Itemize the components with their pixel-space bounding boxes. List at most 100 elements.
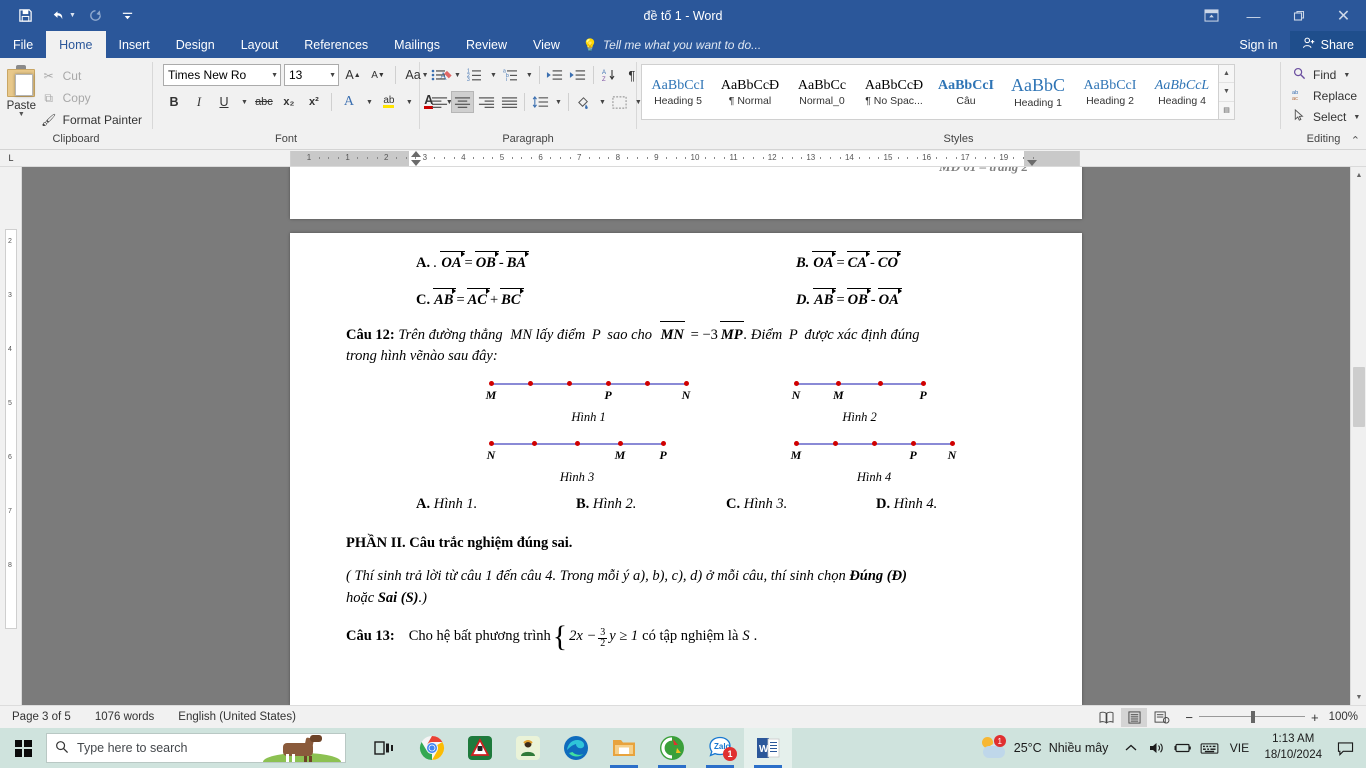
tab-review[interactable]: Review — [453, 31, 520, 58]
styles-gallery-scrollbar[interactable]: ▲ ▼ ▤ — [1218, 65, 1234, 119]
style-item-normal[interactable]: AaBbCcĐ ¶ Normal — [714, 65, 786, 119]
zoom-out-button[interactable]: − — [1185, 710, 1193, 725]
zoom-level-label[interactable]: 100% — [1321, 711, 1358, 723]
align-center-button[interactable] — [451, 91, 474, 113]
clock[interactable]: 1:13 AM 18/10/2024 — [1256, 732, 1330, 763]
select-button[interactable]: Select ▼ — [1287, 107, 1364, 127]
tab-file[interactable]: File — [0, 31, 47, 58]
tab-layout[interactable]: Layout — [228, 31, 292, 58]
save-icon[interactable] — [10, 3, 40, 29]
horizontal-ruler[interactable]: 1 1 2 3 4 5 6 7 8 9 10 11 12 13 14 15 16 17 19 — [290, 151, 1080, 166]
font-name-combobox[interactable]: Times New Ro ▼ — [163, 64, 281, 86]
tab-view[interactable]: View — [520, 31, 573, 58]
gallery-scroll-down-icon[interactable]: ▼ — [1219, 82, 1234, 100]
hanging-indent-marker[interactable] — [411, 160, 421, 166]
document-page-current[interactable]: A. . OA = OB - BA B. OA = CA - CO C. AB … — [290, 233, 1082, 705]
justify-button[interactable] — [498, 91, 520, 113]
increase-indent-button[interactable] — [567, 64, 589, 86]
choice-c[interactable]: C. Hình 3. — [726, 496, 876, 513]
document-page-previous[interactable]: MĐ 01 – trang 2 — [290, 167, 1082, 219]
language-status[interactable]: English (United States) — [166, 711, 308, 723]
collapse-ribbon-icon[interactable]: ⌃ — [1351, 134, 1360, 147]
tell-me-search[interactable]: 💡 Tell me what you want to do... — [573, 31, 771, 58]
grow-font-button[interactable]: A ▲ — [342, 64, 364, 86]
tab-design[interactable]: Design — [163, 31, 228, 58]
bullets-dropdown-icon[interactable]: ▼ — [451, 64, 463, 86]
tab-insert[interactable]: Insert — [106, 31, 163, 58]
taskbar-file-explorer-icon[interactable] — [600, 728, 648, 768]
align-right-button[interactable] — [475, 91, 497, 113]
borders-button[interactable] — [609, 91, 631, 113]
style-item-heading-4[interactable]: AaBbCcL Heading 4 — [1146, 65, 1218, 119]
select-dropdown-icon[interactable]: ▼ — [1353, 114, 1360, 121]
page-count-status[interactable]: Page 3 of 5 — [0, 711, 83, 723]
bold-button[interactable]: B — [163, 91, 185, 113]
taskbar-unikey-icon[interactable] — [648, 728, 696, 768]
restore-button[interactable] — [1276, 0, 1321, 31]
line-spacing-button[interactable] — [529, 91, 551, 113]
web-layout-icon[interactable] — [1149, 708, 1175, 727]
tab-references[interactable]: References — [291, 31, 381, 58]
numbering-dropdown-icon[interactable]: ▼ — [487, 64, 499, 86]
read-mode-icon[interactable] — [1093, 708, 1119, 727]
keyboard-icon[interactable] — [1196, 728, 1222, 768]
show-hidden-icons-icon[interactable] — [1118, 728, 1144, 768]
volume-icon[interactable] — [1144, 728, 1170, 768]
search-input[interactable]: Type here to search — [46, 733, 346, 763]
word-count-status[interactable]: 1076 words — [83, 711, 166, 723]
style-item-no-spacing[interactable]: AaBbCcĐ ¶ No Spac... — [858, 65, 930, 119]
text-highlight-color-button[interactable]: ab — [378, 91, 400, 113]
copy-button[interactable]: ⧉ Copy — [37, 88, 146, 108]
input-language-indicator[interactable]: VIE — [1222, 728, 1256, 768]
font-size-combobox[interactable]: 13 ▼ — [284, 64, 339, 86]
taskbar-zalo-icon[interactable]: Zalo 1 — [696, 728, 744, 768]
sort-button[interactable]: AZ — [598, 64, 620, 86]
taskbar-edge-icon[interactable] — [552, 728, 600, 768]
close-button[interactable]: ✕ — [1321, 0, 1366, 31]
numbering-button[interactable]: 123 — [464, 64, 486, 86]
gallery-more-icon[interactable]: ▤ — [1219, 100, 1234, 119]
taskbar-learner-app-icon[interactable] — [504, 728, 552, 768]
paste-button[interactable]: Paste ▼ — [6, 63, 37, 118]
style-item-heading-5[interactable]: AaBbCcI Heading 5 — [642, 65, 714, 119]
battery-icon[interactable] — [1170, 728, 1196, 768]
style-item-cau[interactable]: AaBbCcI Câu — [930, 65, 1002, 119]
multilevel-dropdown-icon[interactable]: ▼ — [523, 64, 535, 86]
scrollbar-thumb[interactable] — [1353, 367, 1365, 427]
customize-quick-access-toolbar-icon[interactable] — [113, 3, 143, 29]
taskbar-chrome-icon[interactable] — [408, 728, 456, 768]
weather-widget[interactable]: 1 25°C Nhiều mây — [971, 735, 1119, 759]
scroll-down-icon[interactable]: ▼ — [1351, 689, 1366, 705]
document-vertical-scrollbar[interactable]: ▲ ▼ — [1350, 167, 1366, 705]
undo-dropdown-icon[interactable]: ▼ — [69, 12, 76, 19]
align-left-button[interactable] — [428, 91, 450, 113]
replace-button[interactable]: ab ac Replace — [1287, 86, 1364, 106]
underline-button[interactable]: U — [213, 91, 235, 113]
print-layout-icon[interactable] — [1121, 707, 1148, 727]
strikethrough-button[interactable]: abc — [253, 91, 275, 113]
text-effects-dropdown-icon[interactable]: ▼ — [363, 91, 375, 113]
bullets-button[interactable] — [428, 64, 450, 86]
taskbar-word-icon[interactable]: W — [744, 728, 792, 768]
subscript-button[interactable]: x₂ — [278, 91, 300, 113]
ribbon-display-options-icon[interactable] — [1191, 0, 1231, 31]
italic-button[interactable]: I — [188, 91, 210, 113]
superscript-button[interactable]: x² — [303, 91, 325, 113]
taskbar-driving-app-icon[interactable] — [456, 728, 504, 768]
choice-b[interactable]: B. Hình 2. — [576, 496, 726, 513]
gallery-scroll-up-icon[interactable]: ▲ — [1219, 65, 1234, 82]
format-painter-button[interactable]: 🖌 Format Painter — [37, 110, 146, 130]
style-item-heading-1[interactable]: AaBbC Heading 1 — [1002, 65, 1074, 119]
decrease-indent-button[interactable] — [544, 64, 566, 86]
shading-dropdown-icon[interactable]: ▼ — [596, 91, 608, 113]
vertical-ruler[interactable]: 2 3 4 5 6 7 8 — [5, 229, 17, 629]
right-indent-marker[interactable] — [1027, 160, 1037, 166]
zoom-in-button[interactable]: + — [1311, 710, 1319, 725]
scroll-up-icon[interactable]: ▲ — [1351, 167, 1366, 183]
text-highlight-dropdown-icon[interactable]: ▼ — [403, 91, 415, 113]
zoom-thumb[interactable] — [1250, 711, 1255, 723]
shrink-font-button[interactable]: A ▼ — [367, 64, 389, 86]
notification-center-icon[interactable] — [1330, 728, 1360, 768]
cut-button[interactable]: ✂ Cut — [37, 66, 146, 86]
share-button[interactable]: Share — [1289, 31, 1366, 58]
